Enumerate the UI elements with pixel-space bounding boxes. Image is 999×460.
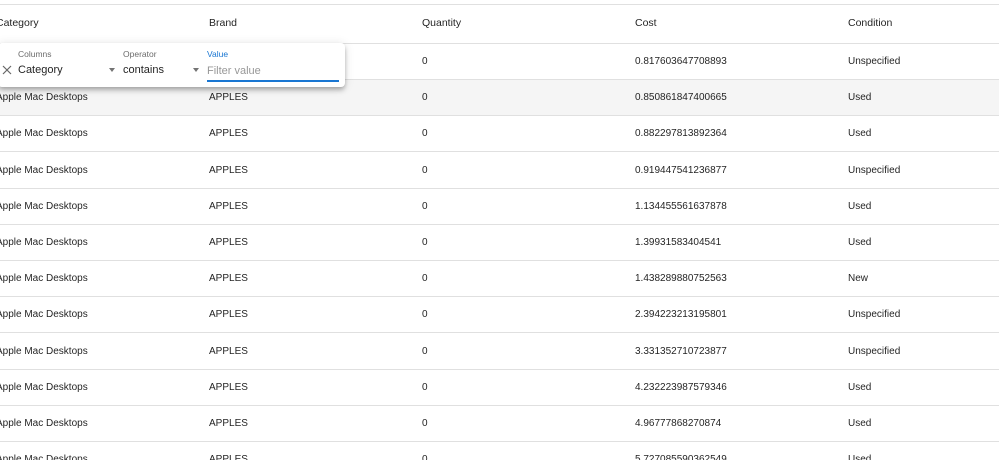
cell-cost: 4.232223987579346 — [635, 381, 727, 393]
filter-value-underline — [207, 80, 339, 82]
cell-brand: APPLES — [209, 237, 248, 248]
cell-condition: Used — [848, 454, 872, 460]
table-row[interactable]: Apple Mac Desktops APPLES 0 1.3993158340454… — [0, 225, 999, 261]
cell-cost: 0.817603647708893 — [635, 56, 727, 67]
cell-brand: APPLES — [209, 309, 248, 321]
cell-brand: APPLES — [209, 418, 248, 429]
cell-quantity: 0 — [422, 345, 428, 357]
cell-quantity: 0 — [422, 309, 428, 321]
cell-cost: 2.394223213195801 — [635, 309, 727, 321]
table-row[interactable]: Apple Mac Desktops APPLES 0 2.3942232131958… — [0, 297, 999, 334]
cell-brand: APPLES — [209, 273, 248, 285]
cell-quantity: 0 — [422, 273, 428, 285]
filter-panel: Columns Category Operator contains Value — [0, 43, 345, 87]
column-headers: Category Brand Quantity Cost Condition — [0, 4, 999, 44]
cell-cost: 1.438289880752563 — [635, 273, 727, 285]
table-row[interactable]: Apple Mac Desktops APPLES 0 0.8822978138923… — [0, 116, 999, 153]
cell-condition: Used — [848, 128, 872, 140]
cell-cost: 4.96777868270874 — [635, 418, 722, 429]
cell-cost: 5.727085590362549 — [635, 454, 727, 460]
filter-operator-select[interactable]: Operator contains — [123, 49, 205, 83]
cell-condition: Used — [848, 92, 872, 104]
arrow-drop-down-icon — [193, 68, 199, 72]
table-row[interactable]: Apple Mac Desktops APPLES 0 4.2322239875793… — [0, 370, 999, 406]
cell-category: Apple Mac Desktops — [0, 418, 88, 429]
column-header-quantity[interactable]: Quantity — [422, 4, 461, 43]
cell-condition: Unspecified — [848, 309, 901, 321]
cell-condition: Used — [848, 381, 872, 393]
column-header-brand[interactable]: Brand — [209, 4, 237, 43]
cell-condition: Used — [848, 418, 872, 429]
cell-category: Apple Mac Desktops — [0, 128, 88, 140]
cell-quantity: 0 — [422, 454, 428, 460]
table-row[interactable]: Apple Mac Desktops APPLES 0 3.3313527107238… — [0, 334, 999, 370]
cell-cost: 0.850861847400665 — [635, 92, 727, 104]
cell-brand: APPLES — [209, 200, 248, 212]
cell-brand: APPLES — [209, 128, 248, 140]
cell-condition: Unspecified — [848, 345, 901, 357]
cell-category: Apple Mac Desktops — [0, 345, 88, 357]
cell-condition: New — [848, 273, 869, 285]
cell-quantity: 0 — [422, 128, 428, 140]
cell-quantity: 0 — [422, 418, 428, 429]
arrow-drop-down-icon — [109, 68, 115, 72]
filter-operator-value: contains — [123, 64, 164, 76]
table-row[interactable]: Apple Mac Desktops APPLES 0 1.1344555616378… — [0, 189, 999, 225]
cell-brand: APPLES — [209, 345, 248, 357]
cell-condition: Used — [848, 237, 872, 248]
table-row[interactable]: Apple Mac Desktops APPLES 0 5.7270855903625… — [0, 442, 999, 460]
filter-value-field: Value — [207, 49, 339, 83]
cell-brand: APPLES — [209, 164, 248, 176]
cell-quantity: 0 — [422, 237, 428, 248]
delete-filter-button[interactable] — [0, 63, 14, 77]
cell-quantity: 0 — [422, 200, 428, 212]
cell-category: Apple Mac Desktops — [0, 164, 88, 176]
cell-cost: 0.882297813892364 — [635, 128, 727, 140]
close-icon — [2, 65, 12, 75]
filter-value-label: Value — [207, 49, 229, 59]
table-row[interactable]: Apple Mac Desktops APPLES 0 1.4382898807525… — [0, 261, 999, 298]
cell-brand: APPLES — [209, 381, 248, 393]
cell-category: Apple Mac Desktops — [0, 237, 88, 248]
column-header-category[interactable]: Category — [0, 4, 39, 43]
column-header-cost[interactable]: Cost — [635, 4, 657, 43]
filter-operator-label: Operator — [123, 49, 157, 59]
cell-category: Apple Mac Desktops — [0, 454, 88, 460]
table-row[interactable]: Apple Mac Desktops APPLES 0 0.9194475412368… — [0, 153, 999, 189]
cell-quantity: 0 — [422, 164, 428, 176]
cell-cost: 1.134455561637878 — [635, 200, 727, 212]
cell-brand: APPLES — [209, 454, 248, 460]
cell-category: Apple Mac Desktops — [0, 309, 88, 321]
cell-quantity: 0 — [422, 56, 428, 67]
cell-cost: 1.39931583404541 — [635, 237, 722, 248]
filter-value-input[interactable] — [207, 62, 339, 79]
column-header-condition[interactable]: Condition — [848, 4, 892, 43]
cell-cost: 3.331352710723877 — [635, 345, 727, 357]
cell-condition: Used — [848, 200, 872, 212]
cell-condition: Unspecified — [848, 164, 901, 176]
filter-columns-select[interactable]: Columns Category — [18, 49, 118, 83]
cell-quantity: 0 — [422, 92, 428, 104]
cell-condition: Unspecified — [848, 56, 901, 67]
filter-columns-value: Category — [18, 64, 63, 76]
cell-category: Apple Mac Desktops — [0, 200, 88, 212]
table-row[interactable]: Apple Mac Desktops APPLES 0 4.9677786827087… — [0, 406, 999, 442]
cell-category: Apple Mac Desktops — [0, 381, 88, 393]
cell-quantity: 0 — [422, 381, 428, 393]
cell-category: Apple Mac Desktops — [0, 273, 88, 285]
cell-cost: 0.919447541236877 — [635, 164, 727, 176]
filter-columns-label: Columns — [18, 49, 52, 59]
